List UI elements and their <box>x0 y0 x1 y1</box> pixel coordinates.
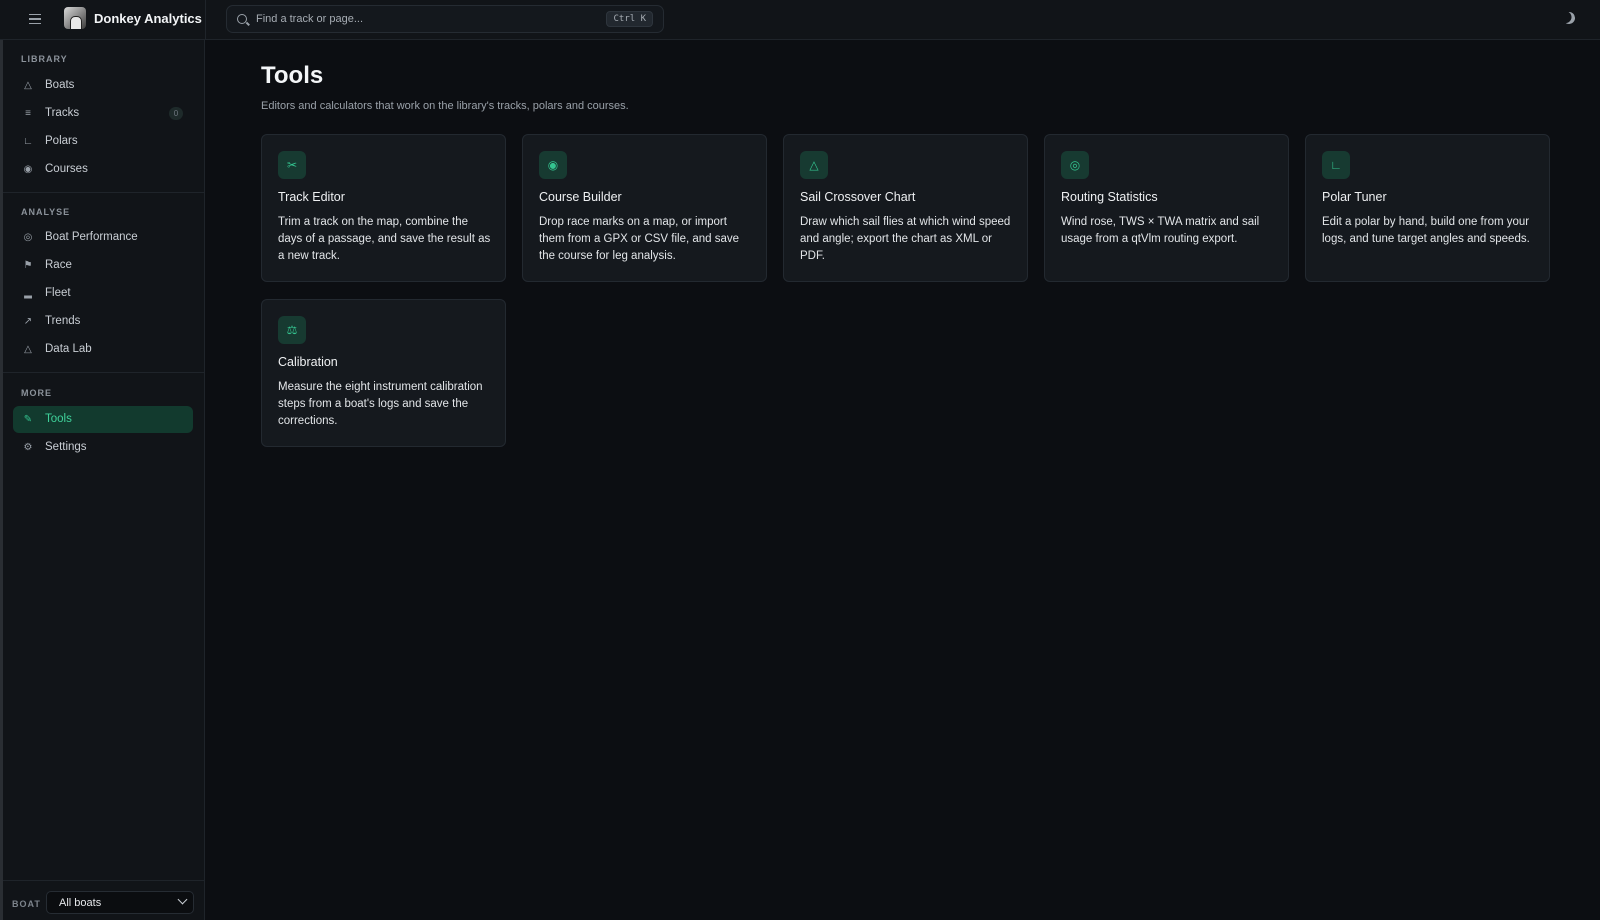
divider <box>205 0 206 40</box>
sidebar-item-label: Tools <box>45 413 72 425</box>
card-title: Track Editor <box>278 190 345 204</box>
gear-icon: ⚙ <box>23 442 33 453</box>
card-description: Edit a polar by hand, build one from you… <box>1322 216 1530 245</box>
map-pin-icon: ◉ <box>539 151 567 179</box>
chart-line-icon: ∟ <box>1322 151 1350 179</box>
scissors-icon: ✂ <box>278 151 306 179</box>
page-title: Tools <box>261 62 324 89</box>
tool-card-course-builder[interactable]: ◉ Course Builder Drop race marks on a ma… <box>522 134 767 282</box>
sidebar-item-label: Courses <box>45 163 88 175</box>
card-description: Wind rose, TWS × TWA matrix and sail usa… <box>1061 216 1260 245</box>
sidebar-item-race[interactable]: ⚑ Race <box>13 252 193 279</box>
divider <box>3 192 205 193</box>
card-title: Polar Tuner <box>1322 190 1387 204</box>
sidebar-item-polars[interactable]: ∟ Polars <box>13 128 193 155</box>
trending-up-icon: ↗ <box>23 316 33 327</box>
card-title: Routing Statistics <box>1061 190 1158 204</box>
moon-icon[interactable] <box>1561 10 1576 25</box>
sidebar-item-boats[interactable]: △ Boats <box>13 72 193 99</box>
sidebar-item-trends[interactable]: ↗ Trends <box>13 308 193 335</box>
app-title: Donkey Analytics <box>94 11 202 26</box>
sidebar-item-label: Race <box>45 259 72 271</box>
wrench-icon: ✎ <box>23 414 33 425</box>
shortcut-hint: Ctrl K <box>606 11 653 27</box>
app-window: Donkey Analytics Ctrl K LIBRARY △ Boats … <box>0 0 1600 920</box>
search-icon <box>237 14 247 24</box>
card-description: Draw which sail flies at which wind spee… <box>800 216 1011 262</box>
sidebar-item-label: Tracks <box>45 107 80 119</box>
card-title: Course Builder <box>539 190 622 204</box>
scale-icon: ⚖ <box>278 316 306 344</box>
sailboat-icon: △ <box>24 80 32 91</box>
tool-card-polar-tuner[interactable]: ∟ Polar Tuner Edit a polar by hand, buil… <box>1305 134 1550 282</box>
list-icon: ≡ <box>25 108 31 119</box>
sidebar-item-data-lab[interactable]: △ Data Lab <box>13 336 193 363</box>
sidebar-item-label: Fleet <box>45 287 71 299</box>
sidebar-item-label: Polars <box>45 135 78 147</box>
sidebar-item-label: Settings <box>45 441 87 453</box>
sidebar-item-courses[interactable]: ◉ Courses <box>13 156 193 183</box>
map-pin-icon: ◉ <box>23 164 33 175</box>
section-label-analyse: ANALYSE <box>21 207 71 217</box>
chart-line-icon: ∟ <box>23 136 33 147</box>
sidebar-item-label: Data Lab <box>45 343 92 355</box>
menu-icon[interactable] <box>27 11 43 27</box>
count-badge: 0 <box>169 107 183 120</box>
boat-filter: BOAT All boats <box>3 880 205 920</box>
tool-card-routing-statistics[interactable]: ◎ Routing Statistics Wind rose, TWS × TW… <box>1044 134 1289 282</box>
sail-icon: △ <box>800 151 828 179</box>
flag-icon: ⚑ <box>23 260 33 271</box>
search-bar[interactable]: Ctrl K <box>226 5 664 33</box>
card-title: Calibration <box>278 355 338 369</box>
card-description: Trim a track on the map, combine the day… <box>278 216 491 262</box>
section-label-more: MORE <box>21 388 52 398</box>
boat-select-value: All boats <box>59 897 102 909</box>
top-bar: Donkey Analytics Ctrl K <box>0 0 1600 40</box>
bar-chart-icon: ▂ <box>24 288 32 299</box>
app-logo <box>64 7 86 29</box>
card-description: Drop race marks on a map, or import them… <box>539 216 740 262</box>
chevron-down-icon <box>177 894 188 905</box>
section-label-library: LIBRARY <box>21 54 68 64</box>
boat-select[interactable]: All boats <box>46 891 194 914</box>
sidebar-item-fleet[interactable]: ▂ Fleet <box>13 280 193 307</box>
tool-card-track-editor[interactable]: ✂ Track Editor Trim a track on the map, … <box>261 134 506 282</box>
tool-card-calibration[interactable]: ⚖ Calibration Measure the eight instrume… <box>261 299 506 447</box>
search-input[interactable] <box>256 10 576 28</box>
sidebar-item-settings[interactable]: ⚙ Settings <box>13 434 193 461</box>
flask-icon: △ <box>24 344 32 355</box>
divider <box>3 372 205 373</box>
compass-icon: ◎ <box>1061 151 1089 179</box>
tool-card-sail-crossover-chart[interactable]: △ Sail Crossover Chart Draw which sail f… <box>783 134 1028 282</box>
page-subtitle: Editors and calculators that work on the… <box>261 100 629 112</box>
sidebar-item-tracks[interactable]: ≡ Tracks 0 <box>13 100 193 127</box>
sidebar-item-label: Boat Performance <box>45 231 138 243</box>
sidebar-item-boat-performance[interactable]: ◎ Boat Performance <box>13 224 193 251</box>
boat-filter-label: BOAT <box>12 899 41 909</box>
sidebar-item-label: Boats <box>45 79 75 91</box>
card-description: Measure the eight instrument calibration… <box>278 381 483 427</box>
card-title: Sail Crossover Chart <box>800 190 916 204</box>
sidebar: LIBRARY △ Boats ≡ Tracks 0 ∟ Polars ◉ Co… <box>3 40 205 920</box>
sidebar-item-tools[interactable]: ✎ Tools <box>13 406 193 433</box>
sidebar-item-label: Trends <box>45 315 81 327</box>
gauge-icon: ◎ <box>23 232 33 243</box>
